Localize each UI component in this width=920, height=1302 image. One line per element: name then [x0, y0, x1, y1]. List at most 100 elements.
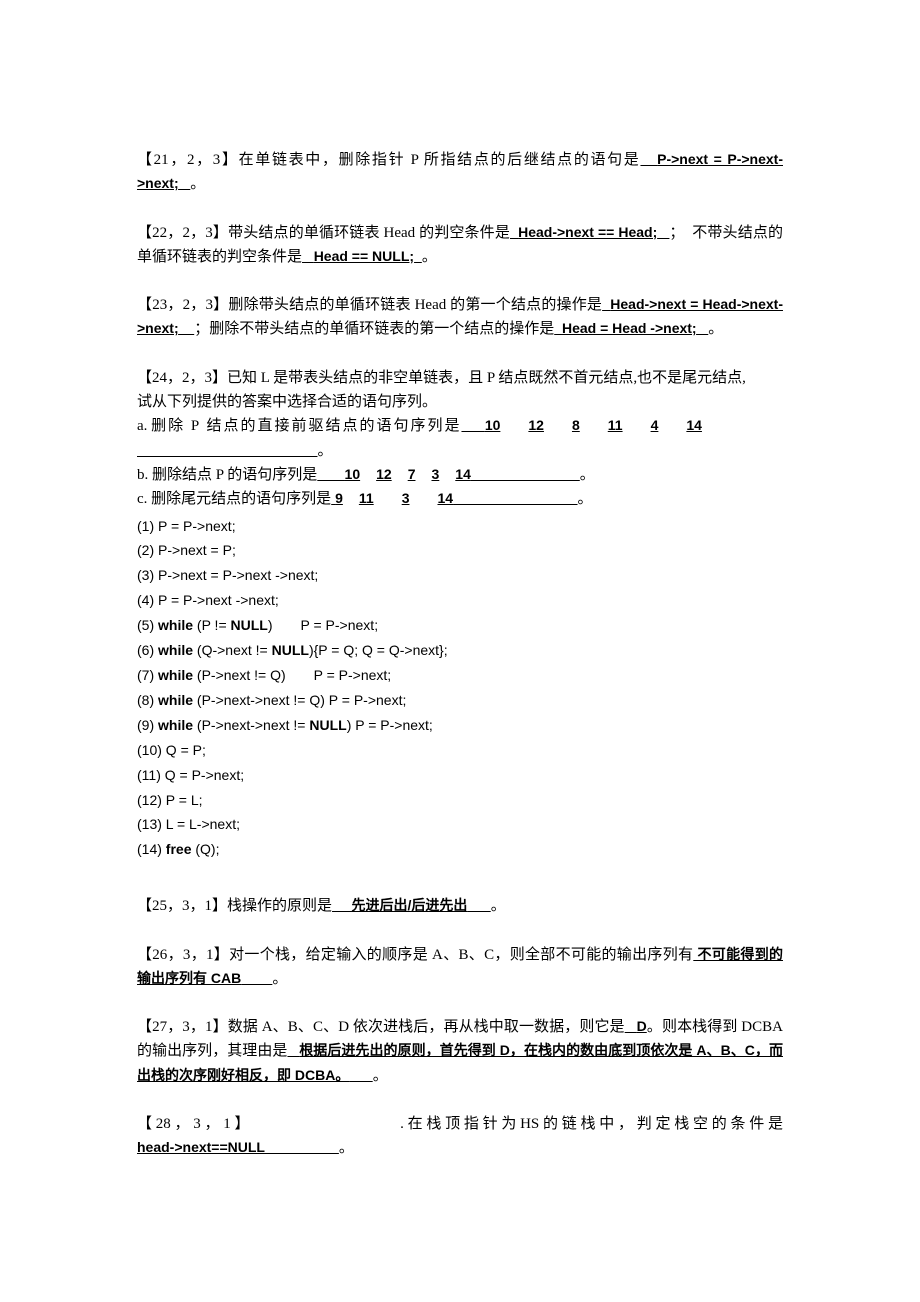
statement-text-2: ) P = P->next;: [346, 716, 433, 733]
question-q22: 【22，2，3】带头结点的单循环链表 Head 的判空条件是 Head->nex…: [137, 221, 783, 270]
item-label: c.: [137, 491, 148, 508]
statement-number: (3): [137, 567, 155, 584]
statement-item: (12) P = L;: [137, 788, 783, 813]
item-prompt: 删除结点 P 的语句序列是: [152, 466, 318, 483]
statement-item: (4) P = P->next ->next;: [137, 588, 783, 613]
keyword-while: while: [158, 667, 194, 683]
answer-blank-1: D: [636, 1018, 647, 1035]
question-body-line1: 已知 L 是带表头结点的非空单链表，且 P 结点既然不首元结点,也不是尾元结点,: [227, 369, 746, 386]
question-body: 在单链表中，删除指针 P 所指结点的后继结点的语句是: [238, 152, 641, 168]
sentence-period: 。: [421, 248, 437, 265]
statement-item: (5) while (P != NULL) P = P->next;: [137, 613, 783, 638]
statement-number: (6): [137, 642, 155, 659]
statement-text: (Q);: [191, 841, 220, 858]
statement-item: (13) L = L->next;: [137, 812, 783, 837]
statement-item: (7) while (P->next != Q) P = P->next;: [137, 663, 783, 688]
sentence-period: 。: [338, 1140, 354, 1157]
question-q25: 【25，3，1】栈操作的原则是 先进后出/后进先出 。: [137, 894, 783, 918]
item-answer: 9 11 3 14: [335, 490, 454, 507]
statement-number: (7): [137, 667, 155, 683]
q24-item-a-continuation: 。: [137, 439, 783, 463]
question-q28: 【 28 ， 3 ， 1 】 . 在 栈 顶 指 针 为 HS 的 链 栈 中 ，…: [137, 1112, 783, 1161]
statement-item: (10) Q = P;: [137, 738, 783, 763]
keyword-while: while: [158, 642, 194, 659]
question-q28-line1: 【 28 ， 3 ， 1 】 . 在 栈 顶 指 针 为 HS 的 链 栈 中 ，…: [137, 1112, 783, 1136]
question-body: 数据 A、B、C、D 依次进栈后，再从栈中取一数据，则它是: [227, 1019, 625, 1036]
statement-text: (P !=: [193, 617, 231, 634]
keyword-while: while: [158, 716, 194, 733]
statement-item: (2) P->next = P;: [137, 538, 783, 563]
question-tag: 【21，2，3】: [137, 152, 239, 168]
question-q21: 【21，2，3】在单链表中，删除指针 P 所指结点的后继结点的语句是 P->ne…: [137, 148, 783, 197]
question-tag: 【26，3，1】: [137, 946, 230, 963]
keyword-while: while: [158, 691, 194, 708]
question-tag: 【22，2，3】: [137, 224, 229, 241]
statement-number: (5): [137, 617, 155, 634]
statement-item: (14) free (Q);: [137, 837, 783, 862]
statement-item: (6) while (Q->next != NULL){P = Q; Q = Q…: [137, 638, 783, 663]
item-answer: 10 12 7 3 14: [344, 465, 471, 482]
statement-tail: P = P->next;: [300, 617, 379, 634]
statement-text-2: ): [267, 617, 273, 634]
sentence-period: 。: [579, 466, 595, 483]
question-tag: 【24，2，3】: [137, 369, 228, 386]
question-body: 删除带头结点的单循环链表 Head 的第一个结点的操作是: [228, 297, 603, 314]
statement-text: L = L->next;: [165, 816, 240, 833]
keyword-while: while: [158, 617, 194, 634]
sentence-period: 。: [317, 442, 333, 459]
statement-text: Q = P;: [165, 741, 206, 758]
sentence-period: 。: [577, 491, 593, 508]
sentence-period: 。: [272, 970, 288, 987]
sentence-period: 。: [708, 321, 724, 338]
item-label: a.: [137, 418, 148, 435]
question-body: 对一个栈，给定输入的顺序是 A、B、C，则全部不可能的输出序列有: [229, 946, 694, 963]
answer-blank-2: Head == NULL;: [313, 247, 415, 264]
statement-text: (Q->next !=: [193, 642, 272, 659]
question-body: 带头结点的单循环链表 Head 的判空条件是: [228, 224, 510, 241]
question-body-2: ；删除不带头结点的单循环链表的第一个结点的操作是: [194, 321, 555, 338]
statement-tail: P = P->next;: [313, 667, 392, 683]
statement-text: P = P->next ->next;: [158, 592, 279, 609]
q24-item-a: a. 删除 P 结点的直接前驱结点的语句序列是 10 12 8 11 4 14: [137, 414, 783, 438]
answer-blank-2: Head = Head ->next;: [561, 320, 697, 337]
statement-text: P->next = P->next ->next;: [158, 567, 319, 584]
statement-item: (11) Q = P->next;: [137, 763, 783, 788]
statement-number: (8): [137, 691, 155, 708]
answer-blank: head->next==NULL: [137, 1139, 265, 1156]
item-prompt: 删除 P 结点的直接前驱结点的语句序列是: [151, 418, 462, 435]
item-prompt: 删除尾元结点的语句序列是: [151, 491, 332, 508]
statement-item: (1) P = P->next;: [137, 514, 783, 539]
answer-underline-fill: [137, 443, 318, 459]
document-page: 【21，2，3】在单链表中，删除指针 P 所指结点的后继结点的语句是 P->ne…: [0, 0, 920, 1302]
question-tag: 【 28 ， 3 ， 1 】: [137, 1116, 250, 1133]
statement-text: P = P->next;: [158, 517, 236, 534]
question-tag: 【23，2，3】: [137, 297, 229, 314]
statement-item: (9) while (P->next->next != NULL) P = P-…: [137, 713, 783, 738]
statement-text: P = L;: [165, 791, 203, 808]
question-body: . 在 栈 顶 指 针 为 HS 的 链 栈 中 ， 判 定 栈 空 的 条 件…: [400, 1116, 783, 1133]
sentence-period: 。: [190, 176, 206, 193]
statement-text: (P->next->next !=: [193, 716, 310, 733]
sentence-period: 。: [372, 1067, 388, 1084]
statement-number: (1): [137, 517, 155, 534]
statement-text: (P->next != Q): [193, 667, 286, 683]
q24-statement-list: (1) P = P->next; (2) P->next = P; (3) P-…: [137, 514, 783, 863]
answer-blank-1: Head->next == Head;: [518, 223, 658, 240]
statement-number: (13): [137, 816, 162, 833]
question-tag: 【27，3，1】: [137, 1019, 228, 1036]
keyword-free: free: [165, 841, 192, 858]
question-tag: 【25，3，1】: [137, 898, 228, 915]
question-q26: 【26，3，1】对一个栈，给定输入的顺序是 A、B、C，则全部不可能的输出序列有…: [137, 943, 783, 992]
question-q23: 【23，2，3】删除带头结点的单循环链表 Head 的第一个结点的操作是 Hea…: [137, 293, 783, 342]
sentence-period: 。: [490, 898, 506, 915]
statement-number: (4): [137, 592, 155, 609]
statement-number: (2): [137, 542, 155, 559]
statement-number: (14): [137, 841, 162, 858]
question-q27: 【27，3，1】数据 A、B、C、D 依次进栈后，再从栈中取一数据，则它是 D 。…: [137, 1015, 783, 1088]
keyword-null: NULL: [230, 617, 268, 634]
statement-text-2: ){P = Q; Q = Q->next};: [308, 642, 448, 659]
statement-text: P->next = P;: [158, 542, 236, 559]
question-q28-line2: head->next==NULL 。: [137, 1136, 783, 1160]
question-body: 栈操作的原则是: [227, 898, 333, 915]
q24-item-b: b. 删除结点 P 的语句序列是 10 12 7 3 14 。: [137, 463, 783, 487]
